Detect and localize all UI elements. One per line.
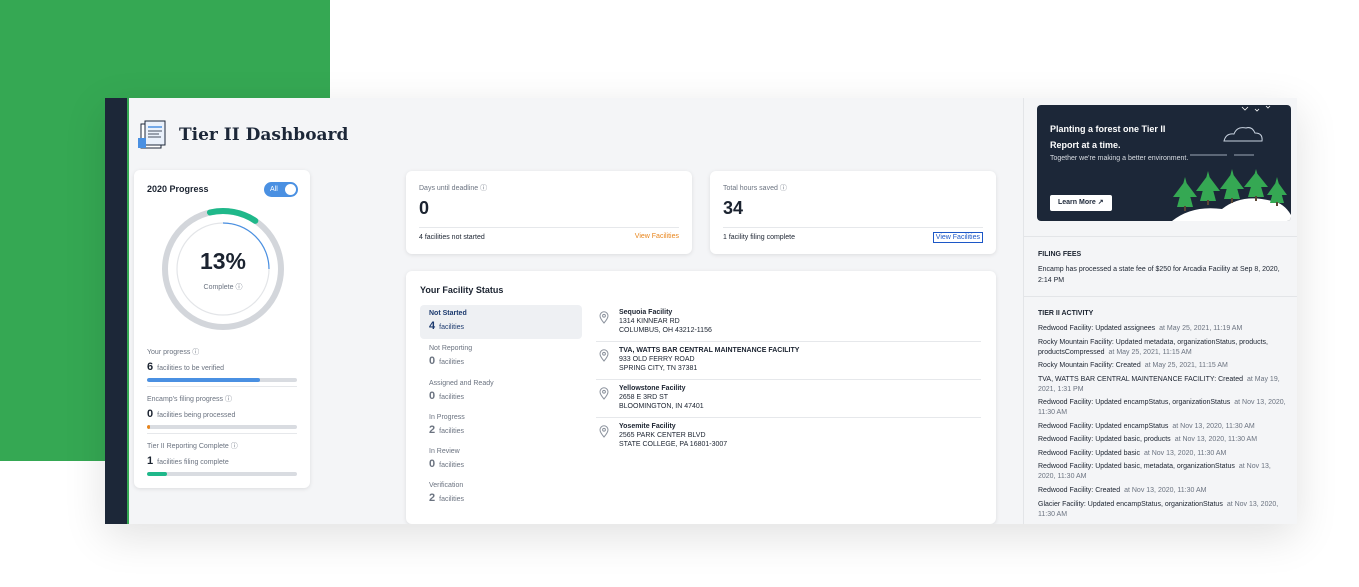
divider (596, 379, 981, 380)
activity-item: Redwood Facility: Created at Nov 13, 2020… (1038, 487, 1207, 494)
info-icon: ⓘ (779, 185, 787, 192)
activity-heading: TIER II ACTIVITY (1038, 310, 1094, 317)
facility-status-card: Your Facility Status Not Started 4 facili… (406, 271, 996, 524)
divider (147, 386, 297, 387)
page-header: Tier II Dashboard (137, 120, 348, 150)
location-pin-icon (599, 311, 609, 324)
percent-complete: 13% (199, 248, 247, 274)
status-assigned-and-ready[interactable]: Assigned and Ready 0 facilities (420, 375, 582, 409)
divider (419, 227, 679, 228)
info-icon: ⓘ (230, 443, 238, 450)
page-title: Tier II Dashboard (179, 125, 349, 145)
location-pin-icon (599, 349, 609, 362)
promo-title: Planting a forest one Tier II Report at … (1050, 124, 1166, 150)
progress-count: 6 (147, 361, 154, 373)
deadline-card: Days until deadline ⓘ 0 4 facilities not… (406, 171, 692, 254)
promo-banner: Planting a forest one Tier II Report at … (1037, 105, 1291, 221)
info-icon: ⓘ (225, 396, 232, 403)
hours-footer: 1 facility filing complete (723, 234, 795, 241)
forest-illustration (1172, 105, 1291, 221)
progress-card: 2020 Progress All 13% Complete ⓘ Your pr… (134, 170, 310, 488)
encamp-progress-block: Encamp's filing progress ⓘ 0 facilities b… (147, 394, 297, 429)
all-toggle[interactable]: All (264, 182, 298, 197)
your-progress-block: Your progress ⓘ 6 facilities to be verifi… (147, 347, 297, 382)
view-facilities-link[interactable]: View Facilities (635, 233, 679, 240)
main-content: Tier II Dashboard 2020 Progress All 13% … (129, 98, 1023, 524)
reporting-complete-block: Tier II Reporting Complete ⓘ 1 facilities… (147, 441, 297, 476)
activity-item: Redwood Facility: Updated basic, product… (1038, 436, 1258, 443)
facility-status-title: Your Facility Status (420, 285, 504, 295)
activity-sidebar: Planting a forest one Tier II Report at … (1023, 98, 1297, 524)
divider (1024, 236, 1297, 237)
divider (1024, 296, 1297, 297)
hours-saved-card: Total hours saved ⓘ 34 1 facility filing… (710, 171, 996, 254)
view-facilities-link[interactable]: View Facilities (932, 232, 983, 243)
progress-title: 2020 Progress (147, 184, 209, 194)
location-pin-icon (599, 387, 609, 400)
progress-bar (147, 425, 297, 429)
activity-item: TVA, WATTS BAR CENTRAL MAINTENANCE FACIL… (1038, 376, 1280, 393)
facility-item[interactable]: Yosemite Facility 2565 PARK CENTER BLVD … (596, 423, 981, 460)
status-in-progress[interactable]: In Progress 2 facilities (420, 409, 582, 443)
activity-item: Redwood Facility: Updated basic, metadat… (1038, 463, 1271, 480)
status-not-started[interactable]: Not Started 4 facilities (420, 305, 582, 339)
activity-item: Rocky Mountain Facility: Created at May 2… (1038, 362, 1228, 369)
progress-count: 0 (147, 408, 154, 420)
activity-item: Rocky Mountain Facility: Updated metadat… (1038, 339, 1268, 356)
status-verification[interactable]: Verification 2 facilities (420, 477, 582, 511)
info-icon: ⓘ (235, 284, 243, 291)
progress-bar (147, 472, 297, 476)
divider (147, 433, 297, 434)
deadline-footer: 4 facilities not started (419, 234, 485, 241)
document-stack-icon (137, 120, 171, 150)
location-pin-icon (599, 425, 609, 438)
app-window: Tier II Dashboard 2020 Progress All 13% … (105, 98, 1297, 524)
activity-item: Glacier Facility: Updated encampStatus, … (1038, 501, 1279, 518)
days-until-deadline: 0 (419, 198, 430, 218)
external-link-icon: ↗ (1097, 199, 1104, 206)
activity-item: Redwood Facility: Updated assignees at Ma… (1038, 325, 1243, 332)
activity-item: Redwood Facility: Updated basic at Nov 13… (1038, 450, 1227, 457)
progress-count: 1 (147, 455, 154, 467)
filing-fees-text: Encamp has processed a state fee of $250… (1038, 266, 1280, 284)
info-icon: ⓘ (192, 349, 200, 356)
divider (596, 341, 981, 342)
total-hours-saved: 34 (723, 198, 744, 218)
promo-subtitle: Together we're making a better environme… (1050, 155, 1189, 162)
info-icon: ⓘ (480, 185, 488, 192)
activity-item: Redwood Facility: Updated encampStatus, … (1038, 399, 1286, 416)
status-not-reporting[interactable]: Not Reporting 0 facilities (420, 340, 582, 374)
progress-bar (147, 378, 297, 382)
status-in-review[interactable]: In Review 0 facilities (420, 443, 582, 477)
divider (723, 227, 983, 228)
divider (596, 417, 981, 418)
learn-more-button[interactable]: Learn More ↗ (1050, 195, 1112, 211)
complete-label: Complete ⓘ (203, 284, 243, 291)
filing-fees-heading: FILING FEES (1038, 251, 1082, 258)
side-navbar (105, 98, 129, 524)
activity-item: Redwood Facility: Updated encampStatus at… (1038, 423, 1255, 430)
progress-donut: 13% Complete ⓘ (160, 206, 286, 332)
